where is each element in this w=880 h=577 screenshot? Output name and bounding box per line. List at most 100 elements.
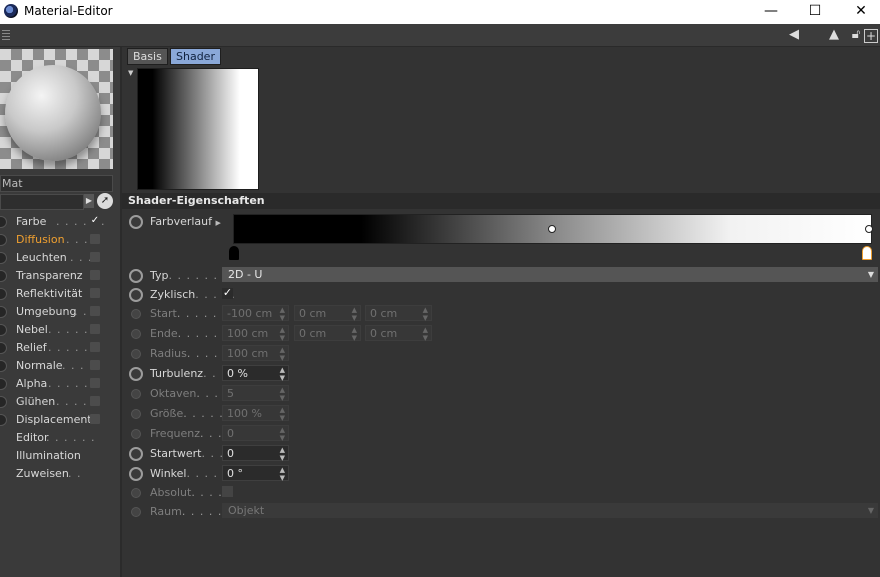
add-panel-icon[interactable]: + xyxy=(864,29,878,43)
animate-radio-icon[interactable] xyxy=(131,409,141,419)
channel-illumination[interactable]: Illumination xyxy=(0,446,120,464)
channel-label: Leuchten xyxy=(16,251,67,264)
groesse-field[interactable]: 100 % ▲ ▼ xyxy=(222,405,289,422)
turbulenz-field[interactable]: 0 % ▲ ▼ xyxy=(222,365,289,382)
row-oktaven: Oktaven. . . . . 5 ▲ ▼ xyxy=(122,384,880,404)
channel-checkbox[interactable] xyxy=(90,396,100,406)
start-z-field[interactable]: 0 cm ▲ ▼ xyxy=(365,305,432,322)
channel-radio-icon[interactable] xyxy=(0,414,7,426)
editor-toolbar: ◀ ▲ 🔓︎ + xyxy=(0,24,880,47)
animate-radio-icon[interactable] xyxy=(131,309,141,319)
channel-transparenz[interactable]: Transparenz xyxy=(0,266,120,284)
channel-radio-icon[interactable] xyxy=(0,216,7,228)
channel-checkbox[interactable] xyxy=(90,342,100,352)
channel-diffusion[interactable]: Diffusion. . . xyxy=(0,230,120,248)
frequenz-field[interactable]: 0 ▲ ▼ xyxy=(222,425,289,442)
channel-checkbox[interactable] xyxy=(90,378,100,388)
channel-radio-icon[interactable] xyxy=(0,306,7,318)
animate-radio-icon[interactable] xyxy=(129,215,143,229)
channel-checkbox[interactable] xyxy=(90,414,100,424)
channel-reflektivität[interactable]: Reflektivität xyxy=(0,284,120,302)
channel-radio-icon[interactable] xyxy=(0,288,7,300)
channel-checkbox[interactable]: ✓ xyxy=(90,216,100,226)
channel-dots: . . . . . xyxy=(48,341,89,354)
expand-arrow-icon[interactable]: ▶ xyxy=(84,194,94,208)
section-title: Shader-Eigenschaften xyxy=(122,193,880,209)
drag-grip-icon[interactable] xyxy=(2,28,10,40)
channel-radio-icon[interactable] xyxy=(0,270,7,282)
animate-radio-icon[interactable] xyxy=(129,367,143,381)
channel-relief[interactable]: Relief. . . . . xyxy=(0,338,120,356)
channel-displacement[interactable]: Displacement xyxy=(0,410,120,428)
collapse-arrow-icon[interactable]: ▼ xyxy=(128,69,133,77)
radius-field[interactable]: 100 cm ▲ ▼ xyxy=(222,345,289,362)
pointer-up-icon[interactable]: ▲ xyxy=(826,27,842,43)
animate-radio-icon[interactable] xyxy=(131,507,141,517)
channel-radio-icon[interactable] xyxy=(0,396,7,408)
material-preview[interactable] xyxy=(0,49,113,169)
channel-radio-icon[interactable] xyxy=(0,360,7,372)
channel-leuchten[interactable]: Leuchten. . . . xyxy=(0,248,120,266)
typ-dropdown[interactable]: 2D - U ▼ xyxy=(222,267,878,282)
channel-zuweisen[interactable]: Zuweisen. . xyxy=(0,464,120,482)
channel-radio-icon[interactable] xyxy=(0,234,7,246)
channel-radio-icon[interactable] xyxy=(0,324,7,336)
tab-basis[interactable]: Basis xyxy=(127,48,168,65)
ende-y-field[interactable]: 0 cm ▲ ▼ xyxy=(294,325,361,342)
animate-radio-icon[interactable] xyxy=(131,349,141,359)
gradient-knot-end[interactable] xyxy=(865,225,873,233)
raum-dropdown[interactable]: Objekt ▼ xyxy=(222,503,878,518)
material-layer-field[interactable] xyxy=(0,194,84,210)
channel-checkbox[interactable] xyxy=(90,360,100,370)
animate-radio-icon[interactable] xyxy=(131,329,141,339)
animate-radio-icon[interactable] xyxy=(129,447,143,461)
channel-radio-icon[interactable] xyxy=(0,378,7,390)
row-ende: Ende. . . . . . . . 100 cm ▲ ▼ 0 cm ▲ ▼ 0 cm… xyxy=(122,324,880,344)
channel-nebel[interactable]: Nebel. . . . . . xyxy=(0,320,120,338)
start-x-field[interactable]: -100 cm ▲ ▼ xyxy=(222,305,289,322)
channel-glühen[interactable]: Glühen. . . . . xyxy=(0,392,120,410)
channel-checkbox[interactable] xyxy=(90,324,100,334)
channel-farbe[interactable]: Farbe. . . . . . ✓ xyxy=(0,212,120,230)
tab-shader[interactable]: Shader xyxy=(170,48,221,65)
channel-label: Displacement xyxy=(16,413,92,426)
start-y-field[interactable]: 0 cm ▲ ▼ xyxy=(294,305,361,322)
absolut-checkbox[interactable] xyxy=(222,486,233,497)
minimize-button[interactable]: — xyxy=(748,0,794,24)
animate-radio-icon[interactable] xyxy=(131,488,141,498)
channel-umgebung[interactable]: Umgebung. . xyxy=(0,302,120,320)
close-button[interactable]: ✕ xyxy=(838,0,880,24)
startwert-field[interactable]: 0 ▲ ▼ xyxy=(222,445,289,462)
picker-icon[interactable]: ➚ xyxy=(97,193,113,209)
channel-editor[interactable]: Editor. . . . . . xyxy=(0,428,120,446)
ende-x-field[interactable]: 100 cm ▲ ▼ xyxy=(222,325,289,342)
gradient-stop-black[interactable] xyxy=(229,246,239,260)
animate-radio-icon[interactable] xyxy=(129,467,143,481)
gradient-stop-white[interactable] xyxy=(862,246,872,260)
channel-radio-icon[interactable] xyxy=(0,342,7,354)
animate-radio-icon[interactable] xyxy=(131,389,141,399)
channel-radio-icon[interactable] xyxy=(0,252,7,264)
zyklisch-checkbox[interactable]: ✓ xyxy=(222,287,233,299)
channel-checkbox[interactable] xyxy=(90,234,100,244)
winkel-field[interactable]: 0 ° ▲ ▼ xyxy=(222,465,289,482)
channel-normale[interactable]: Normale. . . . xyxy=(0,356,120,374)
channel-checkbox[interactable] xyxy=(90,252,100,262)
channel-checkbox[interactable] xyxy=(90,270,100,280)
material-name-field[interactable]: Mat xyxy=(0,175,113,192)
lock-icon[interactable]: 🔓︎ xyxy=(848,27,864,43)
oktaven-field[interactable]: 5 ▲ ▼ xyxy=(222,385,289,402)
arrow-left-icon[interactable]: ◀ xyxy=(782,27,806,43)
channel-alpha[interactable]: Alpha. . . . . . xyxy=(0,374,120,392)
channel-checkbox[interactable] xyxy=(90,306,100,316)
channel-label: Reflektivität xyxy=(16,287,83,300)
channel-label: Nebel xyxy=(16,323,48,336)
maximize-button[interactable]: ☐ xyxy=(792,0,838,24)
window-title: Material-Editor xyxy=(24,4,113,18)
animate-radio-icon[interactable] xyxy=(129,288,143,302)
gradient-knot-mid[interactable] xyxy=(548,225,556,233)
animate-radio-icon[interactable] xyxy=(131,429,141,439)
animate-radio-icon[interactable] xyxy=(129,269,143,283)
channel-checkbox[interactable] xyxy=(90,288,100,298)
ende-z-field[interactable]: 0 cm ▲ ▼ xyxy=(365,325,432,342)
